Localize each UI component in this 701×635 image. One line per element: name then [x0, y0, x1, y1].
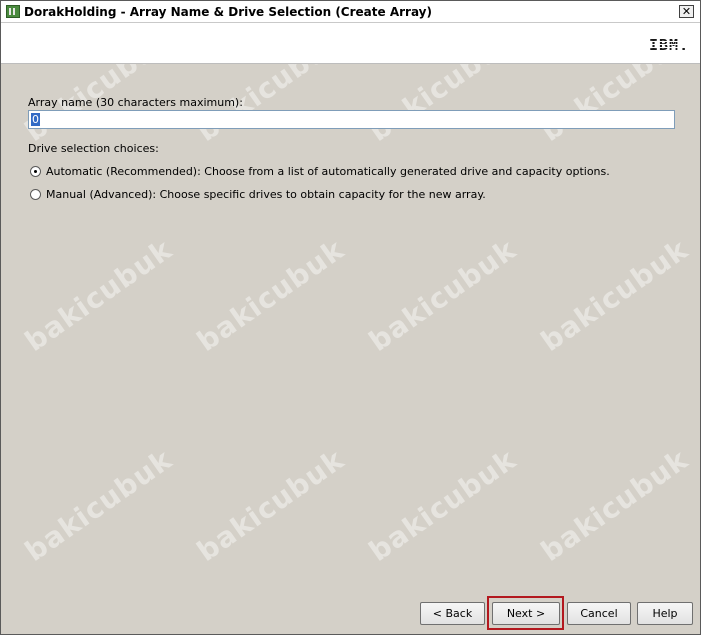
watermark: bakicubuk [191, 232, 351, 359]
automatic-radio[interactable] [30, 166, 41, 177]
watermark: bakicubuk [535, 442, 695, 569]
watermark: bakicubuk [19, 442, 179, 569]
array-name-value: 0 [31, 113, 40, 126]
watermark: bakicubuk [191, 442, 351, 569]
watermark: bakicubuk [363, 442, 523, 569]
manual-option-label[interactable]: Manual (Advanced): Choose specific drive… [46, 188, 486, 201]
watermark: bakicubuk [535, 232, 695, 359]
close-button[interactable]: ✕ [679, 5, 694, 18]
array-name-label: Array name (30 characters maximum): [28, 96, 243, 109]
cancel-button[interactable]: Cancel [567, 602, 631, 625]
automatic-option-label[interactable]: Automatic (Recommended): Choose from a l… [46, 165, 610, 178]
watermark: bakicubuk [363, 232, 523, 359]
app-icon [6, 5, 20, 18]
array-name-input[interactable]: 0 [28, 110, 675, 129]
ibm-logo: IBM. [649, 36, 690, 54]
manual-radio[interactable] [30, 189, 41, 200]
window-title: DorakHolding - Array Name & Drive Select… [24, 5, 432, 19]
title-bar[interactable]: DorakHolding - Array Name & Drive Select… [1, 1, 700, 23]
create-array-dialog: bakicubuk bakicubuk bakicubuk bakicubuk … [0, 0, 701, 635]
drive-selection-label: Drive selection choices: [28, 142, 159, 155]
next-button-highlight [487, 596, 564, 630]
help-button[interactable]: Help [637, 602, 693, 625]
back-button[interactable]: < Back [420, 602, 485, 625]
watermark: bakicubuk [19, 232, 179, 359]
header-banner: IBM. [1, 23, 700, 64]
